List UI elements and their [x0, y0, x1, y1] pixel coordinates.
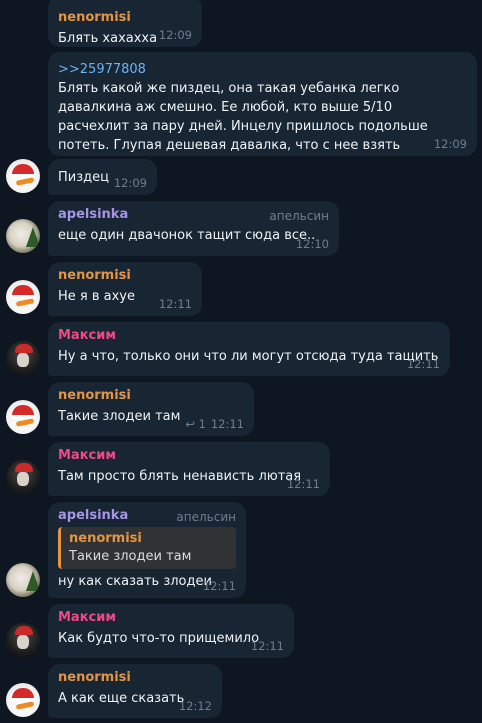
reply-link[interactable]: >>25977808: [58, 60, 467, 79]
message-bubble[interactable]: apelsinka апельсин еще один двачонок тащ…: [48, 201, 339, 256]
message-bubble[interactable]: apelsinka апельсин nenormisi Такие злоде…: [48, 502, 246, 598]
santa-icon[interactable]: [6, 280, 40, 314]
santa-hat-man-icon[interactable]: [6, 623, 40, 657]
message-time: 12:11: [210, 417, 244, 431]
message-time: 12:09: [433, 137, 467, 151]
message-bubble[interactable]: Максим Ну а что, только они что ли могут…: [48, 322, 450, 376]
message-text: Блять какой же пиздец, она такая уебанка…: [58, 81, 428, 153]
message-time: 12:12: [178, 699, 212, 713]
message-time: 12:11: [250, 639, 284, 653]
santa-icon[interactable]: [6, 400, 40, 434]
message-time: 12:11: [406, 357, 440, 371]
santa-icon[interactable]: [6, 683, 40, 717]
message-bubble[interactable]: nenormisi Блять хахахха 12:09: [48, 0, 202, 47]
message-time: 12:09: [113, 176, 147, 190]
message-bubble[interactable]: Пиздец 12:09: [48, 159, 157, 195]
dog-icon[interactable]: [6, 219, 40, 253]
message-bubble[interactable]: nenormisi А как еще сказать 12:12: [48, 664, 222, 718]
message-bubble[interactable]: Максим Там просто блять ненависть лютая …: [48, 442, 330, 496]
message-bubble[interactable]: nenormisi Не я в ахуе 12:11: [48, 262, 202, 316]
sender-name[interactable]: nenormisi: [58, 10, 192, 26]
message-text: Ну а что, только они что ли могут отсюда…: [58, 349, 439, 364]
message-time: 12:11: [286, 477, 320, 491]
message-bubble[interactable]: >>25977808 Блять какой же пиздец, она та…: [48, 52, 477, 156]
sender-name[interactable]: nenormisi: [58, 268, 192, 284]
message-bubble[interactable]: nenormisi Такие злодеи там ↩ 1 12:11: [48, 382, 254, 436]
message-text: Там просто блять ненависть лютая: [58, 469, 302, 484]
reply-arrow-icon: ↩: [185, 417, 196, 431]
sender-name[interactable]: nenormisi: [58, 670, 212, 686]
sender-name[interactable]: Максим: [58, 610, 284, 626]
message-bubble[interactable]: Максим Как будто что-то прищемило 12:11: [48, 604, 294, 658]
member-role: апельсин: [269, 209, 329, 223]
message-time: 12:11: [202, 579, 236, 593]
quoted-text: Такие злодеи там: [69, 549, 192, 564]
dog-icon[interactable]: [6, 563, 40, 597]
santa-hat-man-icon[interactable]: [6, 460, 40, 494]
message-time: 12:10: [295, 237, 329, 251]
santa-icon[interactable]: [6, 159, 40, 193]
replies-indicator[interactable]: ↩ 1: [185, 417, 206, 431]
replies-count: 1: [198, 417, 206, 431]
member-role: апельсин: [176, 510, 236, 524]
message-time: 12:11: [158, 297, 192, 311]
sender-name[interactable]: Максим: [58, 328, 440, 344]
message-text: еще один двачонок тащит сюда все..: [58, 228, 316, 243]
quoted-message[interactable]: nenormisi Такие злодеи там: [58, 527, 236, 569]
santa-hat-man-icon[interactable]: [6, 341, 40, 375]
sender-name[interactable]: nenormisi: [58, 388, 244, 404]
message-time: 12:09: [158, 28, 192, 42]
quoted-sender: nenormisi: [69, 531, 142, 546]
sender-name[interactable]: Максим: [58, 448, 320, 464]
